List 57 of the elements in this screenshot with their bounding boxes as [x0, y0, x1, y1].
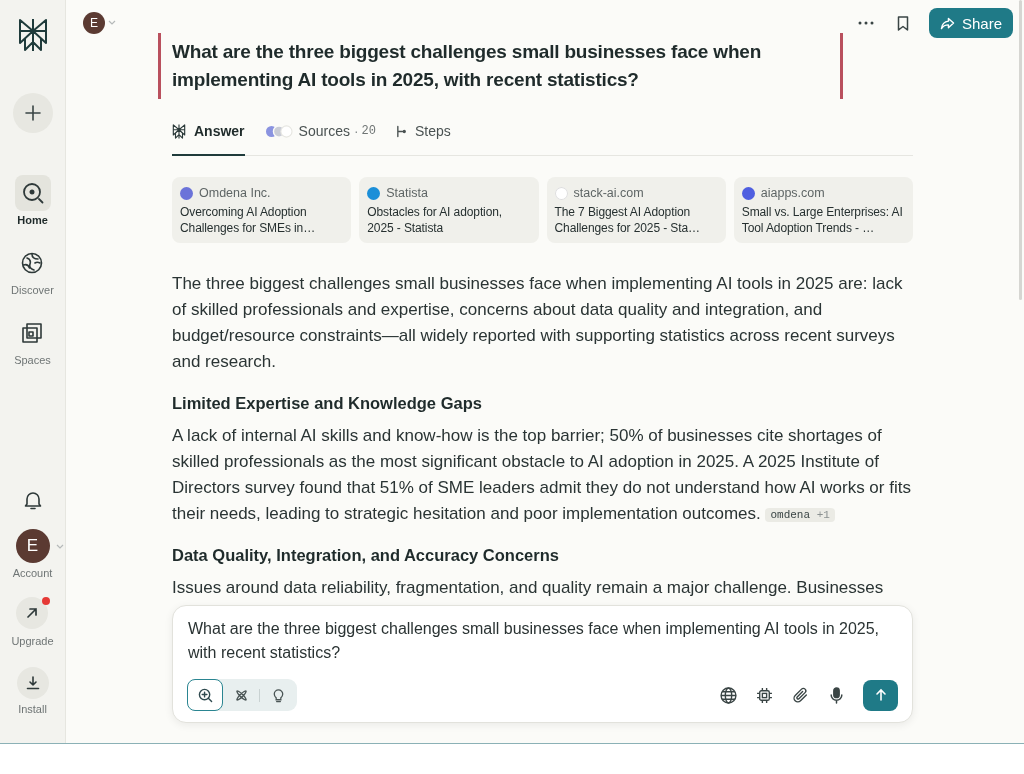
more-icon[interactable] — [858, 21, 874, 25]
upgrade-button[interactable]: Upgrade — [11, 597, 54, 648]
answer-paragraph: Issues around data reliability, fragmentation, and quality remain a major challenge. Businesses — [172, 577, 885, 599]
bookmark-icon[interactable] — [897, 15, 909, 31]
microphone-icon[interactable] — [828, 686, 845, 704]
source-title: The 7 Biggest AI Adoption Challenges for 2025 - Sta… — [554, 204, 701, 236]
share-button[interactable]: Share — [929, 8, 1013, 38]
source-card[interactable]: Omdena Inc. Overcoming AI Adoption Challenges for SMEs in… — [172, 177, 352, 243]
new-thread-button[interactable] — [12, 93, 53, 133]
query-input[interactable]: What are the three biggest challenges small businesses face when implementing AI tools in 2025, with recent statistics? — [187, 617, 898, 665]
section-heading: Data Quality, Integration, and Accuracy Concerns — [172, 545, 560, 566]
source-site: Statista — [386, 185, 428, 201]
section-heading: Limited Expertise and Knowledge Gaps — [172, 393, 483, 414]
citation-chip[interactable]: omdena +1 — [765, 508, 835, 522]
nav-item[interactable]: Spaces — [14, 315, 51, 367]
source-site: aiapps.com — [760, 185, 825, 201]
account-avatar: E — [15, 529, 50, 563]
user-avatar[interactable]: E — [83, 12, 105, 34]
source-title: Small vs. Large Enterprises: AI Tool Adoption Trends - … — [741, 204, 904, 236]
search-icon — [21, 182, 44, 204]
source-card[interactable]: Statista Obstacles for AI adoption, 2025 - Statista — [359, 177, 539, 243]
bell-icon[interactable] — [22, 490, 43, 510]
download-icon — [16, 667, 49, 699]
globe-icon[interactable] — [720, 686, 737, 704]
globe-icon — [21, 252, 44, 274]
chevron-down-icon — [55, 544, 64, 549]
source-site: stack-ai.com — [573, 185, 644, 201]
answer-paragraph: A lack of internal AI skills and know-how is the top barrier; 50% of businesses cite shortages of skilled professionals as the most significant obstacle to AI adoption in 2025. A 2025 Institute of Directors survey found that 51% of SME leaders admit they do not understand how AI works or fits their needs, leading to strategic hesitation and poor implementation outcomes. omdena +1 — [172, 425, 912, 525]
source-title: Overcoming AI Adoption Challenges for SMEs in… — [180, 204, 317, 236]
crossed-loops-icon — [233, 687, 249, 703]
install-button[interactable]: Install — [16, 667, 49, 716]
logo-icon[interactable] — [16, 18, 49, 52]
chip-icon[interactable] — [756, 686, 773, 704]
paperclip-icon[interactable] — [792, 686, 809, 704]
source-card[interactable]: stack-ai.com The 7 Biggest AI Adoption Challenges for 2025 - Sta… — [546, 177, 726, 243]
search-icon — [197, 687, 213, 703]
squares-icon — [21, 322, 44, 344]
plus-icon — [24, 105, 41, 121]
logo-icon — [172, 123, 186, 139]
mode-button[interactable] — [187, 679, 223, 711]
account-button[interactable]: E Account — [12, 529, 53, 580]
tab[interactable]: Answer — [172, 113, 245, 156]
nav-item[interactable]: Discover — [11, 245, 54, 297]
arrow-up-right-icon — [16, 597, 49, 629]
share-icon — [940, 16, 955, 30]
source-card[interactable]: aiapps.com Small vs. Large Enterprises: AI Tool Adoption Trends - … — [733, 177, 913, 243]
answer-paragraph: The three biggest challenges small businesses face when implementing AI tools in 2025 are: lack of skilled professionals and expertise, concerns about data quality and integration, and budget/resource constraints—all widely reported with supporting statistics across recent surveys and research. — [172, 273, 904, 373]
arrow-up-icon — [873, 688, 888, 702]
tab[interactable]: Sources · 20 — [264, 113, 376, 156]
favicon-stack-icon — [264, 124, 293, 138]
send-button[interactable] — [863, 679, 898, 711]
tab[interactable]: Steps — [396, 113, 451, 156]
steps-icon — [396, 124, 407, 138]
source-site: Omdena Inc. — [199, 185, 271, 201]
source-title: Obstacles for AI adoption, 2025 - Statista — [367, 204, 504, 236]
question-title: What are the three biggest challenges small businesses face when implementing AI tools in 2025, with recent statistics? — [158, 33, 843, 99]
scrollbar-thumb[interactable] — [1019, 0, 1022, 300]
